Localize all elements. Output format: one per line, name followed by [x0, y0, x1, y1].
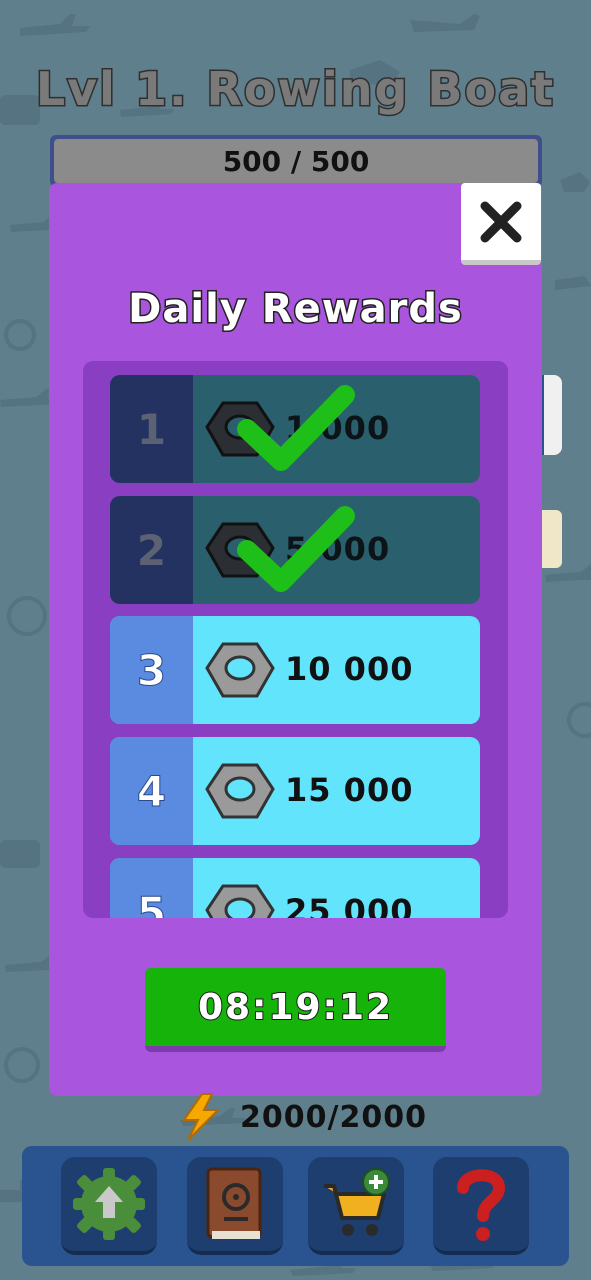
- lightning-icon: [182, 1093, 221, 1141]
- progress-text: 500 / 500: [54, 139, 538, 183]
- question-icon: [457, 1169, 506, 1241]
- level-progress-bar: 500 / 500: [50, 135, 542, 187]
- reward-amount: 10 000: [285, 650, 414, 688]
- reward-day-number: 4: [110, 737, 193, 845]
- claimed-check-icon: [237, 506, 355, 592]
- reward-row-day-2: 2 5 000: [110, 496, 480, 604]
- reward-amount: 15 000: [285, 771, 414, 809]
- nut-icon: [205, 642, 275, 698]
- modal-title: Daily Rewards: [127, 285, 464, 334]
- upgrade-gear-icon: [73, 1168, 145, 1240]
- reward-row-day-5[interactable]: 5 25 000: [110, 858, 480, 918]
- level-title: Lvl 1. Rowing Boat: [34, 61, 556, 118]
- shop-tab-button[interactable]: [308, 1157, 404, 1255]
- energy-counter: 2000/2000: [178, 1092, 427, 1142]
- close-button[interactable]: [461, 183, 541, 265]
- reward-cell: 15 000: [193, 737, 480, 845]
- reward-row-day-4[interactable]: 4 15 000: [110, 737, 480, 845]
- timer-button[interactable]: 08:19:12: [145, 968, 446, 1052]
- reward-day-number: 2: [110, 496, 193, 604]
- reward-cell: 5 000: [193, 496, 480, 604]
- reward-day-number: 5: [110, 858, 193, 918]
- nut-icon: [205, 763, 275, 819]
- reward-cell: 10 000: [193, 616, 480, 724]
- book-icon: [206, 1167, 262, 1239]
- claimed-check-icon: [237, 385, 355, 471]
- catalog-tab-button[interactable]: [187, 1157, 283, 1255]
- energy-text: 2000/2000: [240, 1099, 427, 1135]
- side-book-widget: [540, 375, 562, 455]
- rewards-list[interactable]: 1 1 000 2 5 000 3 10 000 4 15 000 5 25 0…: [83, 361, 508, 918]
- reward-cell: 25 000: [193, 858, 480, 918]
- help-tab-button[interactable]: [433, 1157, 529, 1255]
- nut-icon: [205, 884, 275, 918]
- reward-cell: 1 000: [193, 375, 480, 483]
- upgrade-tab-button[interactable]: [61, 1157, 157, 1255]
- reward-row-day-1: 1 1 000: [110, 375, 480, 483]
- cart-icon: [324, 1168, 390, 1236]
- reward-amount: 25 000: [285, 892, 414, 918]
- close-x-icon: [480, 201, 522, 242]
- reward-row-day-3[interactable]: 3 10 000: [110, 616, 480, 724]
- reward-day-number: 1: [110, 375, 193, 483]
- reward-day-number: 3: [110, 616, 193, 724]
- side-card-widget: [540, 510, 562, 568]
